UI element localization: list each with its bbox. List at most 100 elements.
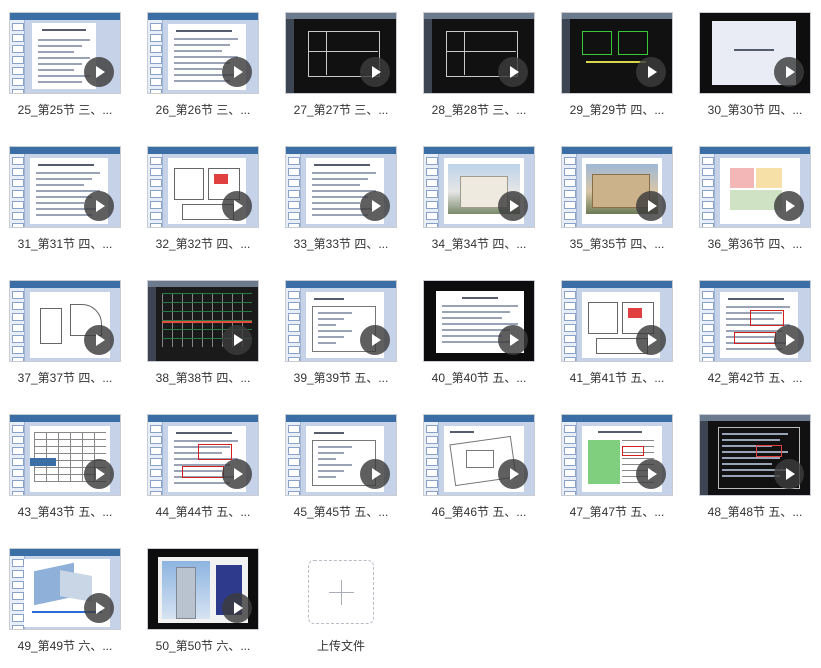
play-icon[interactable] [498,325,528,355]
play-icon[interactable] [774,459,804,489]
play-icon[interactable] [636,325,666,355]
video-caption[interactable]: 29_第29节 四、... [553,101,681,118]
video-caption[interactable]: 44_第44节 五、... [139,503,267,520]
video-thumbnail[interactable] [9,548,121,630]
video-item[interactable]: 50_第50节 六、... [147,548,259,668]
video-thumbnail[interactable] [423,280,535,362]
video-caption[interactable]: 36_第36节 四、... [691,235,819,252]
video-caption[interactable]: 46_第46节 五、... [415,503,543,520]
video-thumbnail[interactable] [699,146,811,228]
video-item[interactable]: 49_第49节 六、... [9,548,121,668]
video-caption[interactable]: 32_第32节 四、... [139,235,267,252]
video-caption[interactable]: 38_第38节 四、... [139,369,267,386]
video-item[interactable]: 36_第36节 四、... [699,146,811,266]
video-thumbnail[interactable] [285,12,397,94]
video-item[interactable]: 47_第47节 五、... [561,414,673,534]
play-icon[interactable] [636,57,666,87]
video-thumbnail[interactable] [147,548,259,630]
play-icon[interactable] [636,459,666,489]
video-item[interactable]: 37_第37节 四、... [9,280,121,400]
video-caption[interactable]: 35_第35节 四、... [553,235,681,252]
video-thumbnail[interactable] [699,280,811,362]
video-caption[interactable]: 45_第45节 五、... [277,503,405,520]
video-thumbnail[interactable] [147,12,259,94]
video-item[interactable]: 35_第35节 四、... [561,146,673,266]
video-item[interactable]: 43_第43节 五、... [9,414,121,534]
play-icon[interactable] [360,57,390,87]
play-icon[interactable] [498,459,528,489]
play-icon[interactable] [360,325,390,355]
video-caption[interactable]: 41_第41节 五、... [553,369,681,386]
video-item[interactable]: 30_第30节 四、... [699,12,811,132]
video-caption[interactable]: 25_第25节 三、... [1,101,129,118]
video-item[interactable]: 45_第45节 五、... [285,414,397,534]
play-icon[interactable] [84,325,114,355]
video-thumbnail[interactable] [9,280,121,362]
video-item[interactable]: 28_第28节 三、... [423,12,535,132]
video-thumbnail[interactable] [285,146,397,228]
video-item[interactable]: 38_第38节 四、... [147,280,259,400]
play-icon[interactable] [774,191,804,221]
play-icon[interactable] [774,57,804,87]
play-icon[interactable] [222,191,252,221]
video-item[interactable]: 40_第40节 五、... [423,280,535,400]
play-icon[interactable] [222,459,252,489]
video-item[interactable]: 31_第31节 四、... [9,146,121,266]
video-thumbnail[interactable] [147,280,259,362]
video-thumbnail[interactable] [9,12,121,94]
video-thumbnail[interactable] [9,146,121,228]
video-thumbnail[interactable] [285,414,397,496]
video-caption[interactable]: 31_第31节 四、... [1,235,129,252]
video-caption[interactable]: 27_第27节 三、... [277,101,405,118]
video-caption[interactable]: 43_第43节 五、... [1,503,129,520]
video-caption[interactable]: 34_第34节 四、... [415,235,543,252]
video-caption[interactable]: 30_第30节 四、... [691,101,819,118]
video-item[interactable]: 32_第32节 四、... [147,146,259,266]
video-caption[interactable]: 26_第26节 三、... [139,101,267,118]
video-caption[interactable]: 42_第42节 五、... [691,369,819,386]
video-thumbnail[interactable] [423,12,535,94]
play-icon[interactable] [84,593,114,623]
video-item[interactable]: 48_第48节 五、... [699,414,811,534]
video-item[interactable]: 46_第46节 五、... [423,414,535,534]
video-thumbnail[interactable] [285,280,397,362]
play-icon[interactable] [774,325,804,355]
video-thumbnail[interactable] [561,12,673,94]
play-icon[interactable] [84,57,114,87]
play-icon[interactable] [84,459,114,489]
video-thumbnail[interactable] [423,146,535,228]
video-caption[interactable]: 50_第50节 六、... [139,637,267,654]
video-item[interactable]: 33_第33节 四、... [285,146,397,266]
video-caption[interactable]: 48_第48节 五、... [691,503,819,520]
play-icon[interactable] [222,57,252,87]
video-caption[interactable]: 40_第40节 五、... [415,369,543,386]
video-caption[interactable]: 39_第39节 五、... [277,369,405,386]
video-caption[interactable]: 47_第47节 五、... [553,503,681,520]
video-item[interactable]: 39_第39节 五、... [285,280,397,400]
video-item[interactable]: 44_第44节 五、... [147,414,259,534]
video-thumbnail[interactable] [147,414,259,496]
video-item[interactable]: 42_第42节 五、... [699,280,811,400]
play-icon[interactable] [498,57,528,87]
video-thumbnail[interactable] [699,414,811,496]
play-icon[interactable] [222,593,252,623]
video-thumbnail[interactable] [147,146,259,228]
play-icon[interactable] [222,325,252,355]
play-icon[interactable] [498,191,528,221]
upload-button[interactable] [308,560,374,624]
video-item[interactable]: 26_第26节 三、... [147,12,259,132]
video-thumbnail[interactable] [699,12,811,94]
play-icon[interactable] [636,191,666,221]
video-item[interactable]: 41_第41节 五、... [561,280,673,400]
play-icon[interactable] [360,191,390,221]
video-thumbnail[interactable] [561,414,673,496]
video-thumbnail[interactable] [561,280,673,362]
video-caption[interactable]: 37_第37节 四、... [1,369,129,386]
play-icon[interactable] [84,191,114,221]
video-caption[interactable]: 49_第49节 六、... [1,637,129,654]
video-item[interactable]: 27_第27节 三、... [285,12,397,132]
video-thumbnail[interactable] [423,414,535,496]
video-item[interactable]: 25_第25节 三、... [9,12,121,132]
play-icon[interactable] [360,459,390,489]
video-item[interactable]: 29_第29节 四、... [561,12,673,132]
